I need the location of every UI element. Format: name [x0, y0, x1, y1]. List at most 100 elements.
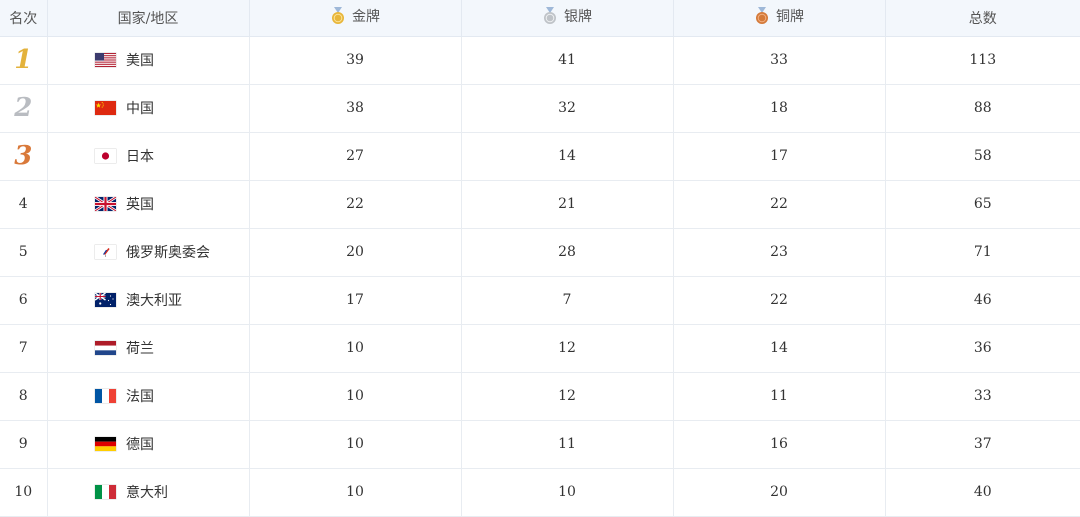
table-row[interactable]: 5 俄罗斯奥委会 20 28 23 71 [0, 228, 1080, 277]
gold-count: 38 [249, 84, 462, 133]
rank-cell: 4 [0, 180, 48, 229]
country-cell: 荷兰 [47, 324, 250, 373]
table-row[interactable]: 8 法国 10 12 11 33 [0, 372, 1080, 421]
au-flag-icon [94, 293, 116, 307]
jp-flag-icon [94, 149, 116, 163]
header-silver-label: 银牌 [564, 9, 592, 26]
silver-count: 14 [461, 132, 674, 181]
country-cell: 英国 [47, 180, 250, 229]
bronze-medal-icon [754, 7, 770, 25]
bronze-count: 20 [673, 468, 886, 517]
silver-count: 28 [461, 228, 674, 277]
header-total[interactable]: 总数 [885, 0, 1080, 37]
table-row[interactable]: 7 荷兰 10 12 14 36 [0, 324, 1080, 373]
total-count: 113 [885, 36, 1080, 85]
bronze-count: 33 [673, 36, 886, 85]
rank-gold-numeral: 1 [14, 45, 33, 75]
silver-count: 41 [461, 36, 674, 85]
country-cell: 意大利 [47, 468, 250, 517]
country-name[interactable]: 法国 [126, 389, 154, 405]
bronze-count: 22 [673, 276, 886, 325]
gold-count: 22 [249, 180, 462, 229]
total-count: 65 [885, 180, 1080, 229]
header-bronze-label: 铜牌 [776, 9, 804, 26]
total-count: 71 [885, 228, 1080, 277]
gold-count: 39 [249, 36, 462, 85]
country-cell: 日本 [47, 132, 250, 181]
rank-cell: 3 [0, 132, 48, 181]
country-name[interactable]: 德国 [126, 437, 154, 453]
silver-count: 7 [461, 276, 674, 325]
country-name[interactable]: 俄罗斯奥委会 [126, 245, 210, 261]
medal-table: 名次 国家/地区 金牌 银牌 铜牌 总数 1 美国 39 41 33 113 2… [0, 0, 1080, 517]
country-name[interactable]: 英国 [126, 197, 154, 213]
rank-cell: 10 [0, 468, 48, 517]
country-cell: 中国 [47, 84, 250, 133]
de-flag-icon [94, 437, 116, 451]
roc-flag-icon [94, 245, 116, 259]
rank-cell: 1 [0, 36, 48, 85]
country-name[interactable]: 美国 [126, 53, 154, 69]
silver-count: 32 [461, 84, 674, 133]
table-header: 名次 国家/地区 金牌 银牌 铜牌 总数 [0, 0, 1080, 37]
rank-cell: 5 [0, 228, 48, 277]
silver-medal-icon [542, 7, 558, 25]
country-name[interactable]: 中国 [126, 101, 154, 117]
header-gold[interactable]: 金牌 [249, 0, 462, 37]
country-name[interactable]: 日本 [126, 149, 154, 165]
gold-count: 10 [249, 420, 462, 469]
rank-cell: 7 [0, 324, 48, 373]
gold-count: 27 [249, 132, 462, 181]
gold-count: 10 [249, 468, 462, 517]
country-name[interactable]: 意大利 [126, 485, 168, 501]
bronze-count: 23 [673, 228, 886, 277]
table-row[interactable]: 1 美国 39 41 33 113 [0, 36, 1080, 85]
table-row[interactable]: 2 中国 38 32 18 88 [0, 84, 1080, 133]
country-name[interactable]: 澳大利亚 [126, 293, 182, 309]
gold-count: 20 [249, 228, 462, 277]
silver-count: 12 [461, 324, 674, 373]
rank-silver-numeral: 2 [14, 93, 33, 123]
header-rank[interactable]: 名次 [0, 0, 48, 37]
country-cell: 德国 [47, 420, 250, 469]
bronze-count: 16 [673, 420, 886, 469]
nl-flag-icon [94, 341, 116, 355]
total-count: 40 [885, 468, 1080, 517]
gold-medal-icon [330, 7, 346, 25]
gold-count: 10 [249, 324, 462, 373]
country-name[interactable]: 荷兰 [126, 341, 154, 357]
country-cell: 法国 [47, 372, 250, 421]
silver-count: 11 [461, 420, 674, 469]
fr-flag-icon [94, 389, 116, 403]
silver-count: 10 [461, 468, 674, 517]
total-count: 33 [885, 372, 1080, 421]
total-count: 37 [885, 420, 1080, 469]
table-row[interactable]: 10 意大利 10 10 20 40 [0, 468, 1080, 517]
total-count: 88 [885, 84, 1080, 133]
total-count: 36 [885, 324, 1080, 373]
country-cell: 澳大利亚 [47, 276, 250, 325]
cn-flag-icon [94, 101, 116, 115]
us-flag-icon [94, 53, 116, 67]
rank-cell: 6 [0, 276, 48, 325]
table-row[interactable]: 6 澳大利亚 17 7 22 46 [0, 276, 1080, 325]
country-cell: 美国 [47, 36, 250, 85]
table-row[interactable]: 3 日本 27 14 17 58 [0, 132, 1080, 181]
header-bronze[interactable]: 铜牌 [673, 0, 886, 37]
header-silver[interactable]: 银牌 [461, 0, 674, 37]
gold-count: 17 [249, 276, 462, 325]
table-row[interactable]: 4 英国 22 21 22 65 [0, 180, 1080, 229]
gold-count: 10 [249, 372, 462, 421]
table-row[interactable]: 9 德国 10 11 16 37 [0, 420, 1080, 469]
rank-cell: 8 [0, 372, 48, 421]
bronze-count: 22 [673, 180, 886, 229]
bronze-count: 14 [673, 324, 886, 373]
country-cell: 俄罗斯奥委会 [47, 228, 250, 277]
rank-cell: 9 [0, 420, 48, 469]
bronze-count: 17 [673, 132, 886, 181]
total-count: 58 [885, 132, 1080, 181]
header-gold-label: 金牌 [352, 9, 380, 26]
rank-bronze-numeral: 3 [14, 141, 33, 171]
silver-count: 12 [461, 372, 674, 421]
header-country[interactable]: 国家/地区 [47, 0, 250, 37]
